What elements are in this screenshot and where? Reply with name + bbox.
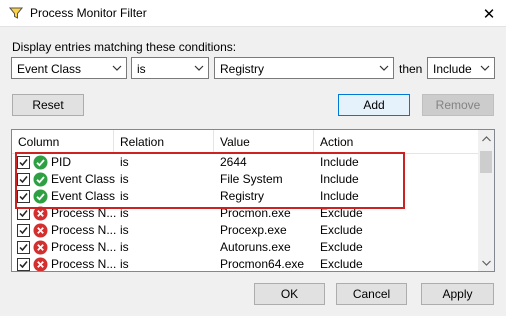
cell-column: Event Class — [51, 172, 116, 186]
filter-funnel-icon — [9, 7, 23, 19]
row-checkbox[interactable] — [17, 224, 30, 237]
green-check-icon — [33, 189, 48, 204]
cell-value: Procexp.exe — [220, 223, 287, 237]
chevron-down-icon — [480, 65, 490, 71]
column-header-value[interactable]: Value — [214, 130, 314, 154]
chevron-down-icon — [194, 65, 204, 71]
filter-list[interactable]: Column Relation Value Action PID is 2644 In… — [11, 129, 495, 272]
column-header-action[interactable]: Action — [314, 130, 478, 154]
cell-value: Procmon64.exe — [220, 257, 305, 271]
cell-relation: is — [120, 172, 129, 186]
row-checkbox[interactable] — [17, 207, 30, 220]
reset-button[interactable]: Reset — [12, 94, 84, 116]
relation-select[interactable]: is — [131, 57, 209, 79]
red-x-icon — [33, 206, 48, 221]
red-x-icon — [33, 240, 48, 255]
remove-button[interactable]: Remove — [422, 94, 494, 116]
table-row[interactable]: Process N... is Procexp.exe Exclude — [12, 222, 478, 239]
cell-value: Registry — [220, 189, 265, 203]
cell-action: Exclude — [320, 223, 363, 237]
column-select-value: Event Class — [17, 62, 82, 76]
cell-action: Include — [320, 155, 359, 169]
cell-value: Autoruns.exe — [220, 240, 291, 254]
ok-button[interactable]: OK — [254, 283, 325, 305]
cell-action: Exclude — [320, 257, 363, 271]
scrollbar-thumb[interactable] — [480, 151, 492, 173]
scroll-down-icon[interactable] — [478, 254, 494, 271]
column-header-column[interactable]: Column — [12, 130, 114, 154]
green-check-icon — [33, 155, 48, 170]
value-input-text: Registry — [220, 62, 265, 76]
row-checkbox[interactable] — [17, 258, 30, 271]
green-check-icon — [33, 172, 48, 187]
relation-select-value: is — [137, 62, 146, 76]
action-select[interactable]: Include — [427, 57, 495, 79]
chevron-down-icon — [112, 65, 122, 71]
row-checkbox[interactable] — [17, 190, 30, 203]
cell-column: PID — [51, 155, 72, 169]
cell-action: Include — [320, 172, 359, 186]
cell-action: Exclude — [320, 240, 363, 254]
cell-value: Procmon.exe — [220, 206, 291, 220]
vertical-scrollbar[interactable] — [478, 130, 494, 271]
table-row[interactable]: Process N... is Procmon64.exe Exclude — [12, 256, 478, 271]
cell-column: Process N... — [51, 206, 117, 220]
cell-relation: is — [120, 189, 129, 203]
red-x-icon — [33, 257, 48, 271]
cell-column: Process N... — [51, 240, 117, 254]
value-input[interactable]: Registry — [214, 57, 394, 79]
close-button[interactable]: ✕ — [472, 0, 506, 27]
cell-relation: is — [120, 240, 129, 254]
cell-value: 2644 — [220, 155, 247, 169]
then-label: then — [399, 62, 423, 76]
red-x-icon — [33, 223, 48, 238]
list-header: Column Relation Value Action — [12, 130, 478, 154]
chevron-down-icon — [379, 65, 389, 71]
cancel-button[interactable]: Cancel — [336, 283, 407, 305]
row-checkbox[interactable] — [17, 173, 30, 186]
table-row[interactable]: Event Class is Registry Include — [12, 188, 478, 205]
close-icon: ✕ — [482, 5, 496, 23]
cell-action: Include — [320, 189, 359, 203]
apply-button[interactable]: Apply — [421, 283, 494, 305]
window-title: Process Monitor Filter — [30, 6, 147, 20]
cell-column: Process N... — [51, 257, 117, 271]
column-select[interactable]: Event Class — [11, 57, 127, 79]
add-button[interactable]: Add — [338, 94, 410, 116]
table-row[interactable]: Process N... is Autoruns.exe Exclude — [12, 239, 478, 256]
scroll-up-icon[interactable] — [478, 130, 494, 147]
cell-value: File System — [220, 172, 283, 186]
conditions-label: Display entries matching these condition… — [12, 40, 237, 54]
row-checkbox[interactable] — [17, 156, 30, 169]
table-row[interactable]: PID is 2644 Include — [12, 154, 478, 171]
table-row[interactable]: Process N... is Procmon.exe Exclude — [12, 205, 478, 222]
table-row[interactable]: Event Class is File System Include — [12, 171, 478, 188]
cell-action: Exclude — [320, 206, 363, 220]
cell-relation: is — [120, 206, 129, 220]
cell-relation: is — [120, 257, 129, 271]
title-bar: Process Monitor Filter ✕ — [0, 0, 506, 27]
cell-column: Process N... — [51, 223, 117, 237]
cell-relation: is — [120, 155, 129, 169]
row-checkbox[interactable] — [17, 241, 30, 254]
column-header-relation[interactable]: Relation — [114, 130, 214, 154]
cell-column: Event Class — [51, 189, 116, 203]
cell-relation: is — [120, 223, 129, 237]
action-select-value: Include — [433, 62, 472, 76]
